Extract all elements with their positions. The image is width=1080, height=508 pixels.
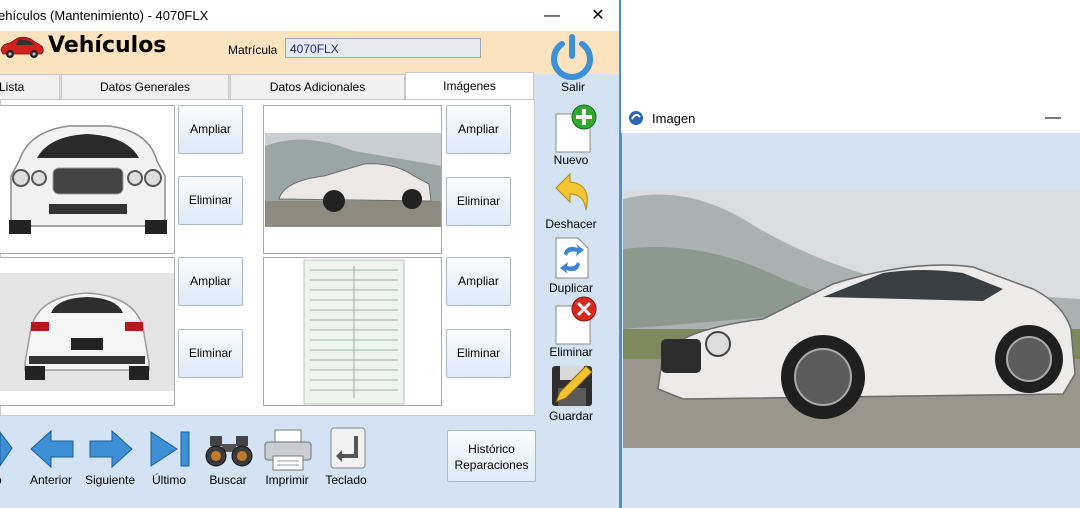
image-window-title: Imagen <box>652 111 696 126</box>
save-label[interactable]: Guardar <box>536 409 606 423</box>
delete-button-4[interactable]: Eliminar <box>446 329 511 378</box>
enlarged-vehicle-image <box>623 189 1080 448</box>
enlarge-button-1[interactable]: Ampliar <box>178 105 243 154</box>
car-rear-image <box>0 258 174 405</box>
tab-images[interactable]: Imágenes <box>405 72 534 100</box>
app-logo-icon <box>629 111 643 125</box>
duplicate-label[interactable]: Duplicar <box>536 281 606 295</box>
image-minimize-icon[interactable]: — <box>1030 102 1076 133</box>
undo-arrow-icon[interactable] <box>552 170 592 216</box>
delete-document-icon[interactable] <box>552 296 598 346</box>
tab-additional-data[interactable]: Datos Adicionales <box>230 74 405 99</box>
duplicate-icon[interactable] <box>552 234 592 280</box>
keyboard-label[interactable]: Teclado <box>311 473 381 487</box>
delete-button-2[interactable]: Eliminar <box>446 177 511 226</box>
new-label[interactable]: Nuevo <box>536 153 606 167</box>
car-side-thumbnail <box>264 106 441 253</box>
delete-button-3[interactable]: Eliminar <box>178 329 243 378</box>
main-window-title: ehículos (Mantenimiento) - 4070FLX <box>0 8 209 23</box>
delete-label[interactable]: Eliminar <box>536 345 606 359</box>
undo-label[interactable]: Deshacer <box>536 217 606 231</box>
printer-icon[interactable] <box>263 428 313 472</box>
delete-button-1[interactable]: Eliminar <box>178 176 243 225</box>
car-front-image <box>0 106 174 253</box>
red-car-logo-icon <box>0 36 44 58</box>
plate-input[interactable]: 4070FLX <box>285 38 481 58</box>
first-record-icon[interactable] <box>0 428 16 470</box>
enlarge-button-4[interactable]: Ampliar <box>446 257 511 306</box>
enlarge-button-2[interactable]: Ampliar <box>446 105 511 154</box>
tab-list[interactable]: Lista <box>0 74 60 99</box>
previous-arrow-icon[interactable] <box>29 428 75 470</box>
vehicle-photo-4 <box>263 257 442 406</box>
form-title: Vehículos <box>48 33 167 58</box>
document-scan-image <box>264 258 441 405</box>
vehicle-photo-3 <box>0 257 175 406</box>
enlarge-button-3[interactable]: Ampliar <box>178 257 243 306</box>
car-side-photo <box>623 189 1080 448</box>
exit-label[interactable]: Salir <box>552 80 594 94</box>
vehicle-photo-2 <box>263 105 442 254</box>
plate-label: Matrícula <box>228 43 278 57</box>
tab-general-data[interactable]: Datos Generales <box>61 74 229 99</box>
last-record-icon[interactable] <box>149 428 195 470</box>
save-pencil-icon[interactable] <box>550 362 596 408</box>
close-icon[interactable]: ✕ <box>575 0 621 31</box>
power-icon[interactable] <box>547 34 597 82</box>
new-document-icon[interactable] <box>552 104 598 154</box>
binoculars-icon[interactable] <box>204 432 254 468</box>
next-arrow-icon[interactable] <box>88 428 134 470</box>
minimize-icon[interactable]: — <box>529 0 575 31</box>
repair-history-button[interactable]: Histórico Reparaciones <box>447 430 536 482</box>
keyboard-enter-icon[interactable] <box>328 426 368 470</box>
vehicle-photo-1 <box>0 105 175 254</box>
first-label[interactable]: ero <box>0 473 14 487</box>
